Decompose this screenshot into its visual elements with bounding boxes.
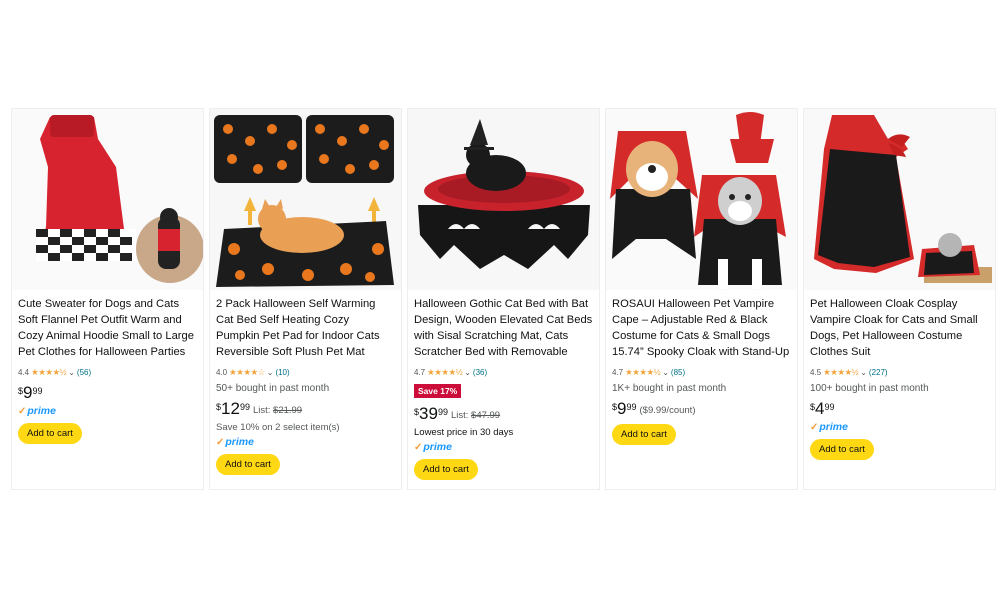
chevron-down-icon[interactable]: ⌄ <box>464 368 471 377</box>
review-count[interactable]: (56) <box>77 368 91 377</box>
product-card: Pet Halloween Cloak Cosplay Vampire Cloa… <box>803 108 996 490</box>
price-fraction: 99 <box>626 402 637 412</box>
add-to-cart-button[interactable]: Add to cart <box>810 439 874 460</box>
price-fraction: 99 <box>437 407 448 417</box>
prime-label: prime <box>819 421 848 433</box>
price-whole: 9 <box>617 399 627 418</box>
star-rating-icon[interactable]: ★★★★½ <box>31 367 67 378</box>
red-sweater-cat-image <box>12 109 203 290</box>
price-whole: 39 <box>419 404 438 423</box>
list-price: List: $47.99 <box>451 410 500 421</box>
price[interactable]: $ 9 99 <box>18 384 43 402</box>
product-card: Cute Sweater for Dogs and Cats Soft Flan… <box>11 108 204 490</box>
price-row: $ 12 99 List: $21.99 <box>216 400 395 418</box>
prime-check-icon: ✓ <box>414 441 423 453</box>
add-to-cart-button[interactable]: Add to cart <box>612 424 676 445</box>
price[interactable]: $ 4 99 <box>810 400 835 418</box>
product-grid: Cute Sweater for Dogs and Cats Soft Flan… <box>11 108 996 490</box>
product-title[interactable]: Cute Sweater for Dogs and Cats Soft Flan… <box>18 296 197 360</box>
rating-row: 4.0 ★★★★☆ ⌄ (10) <box>216 366 395 378</box>
add-to-cart-button[interactable]: Add to cart <box>216 454 280 475</box>
bat-cat-bed-image <box>408 109 599 290</box>
list-price: List: $21.99 <box>253 405 302 416</box>
prime-label: prime <box>27 405 56 417</box>
list-price-value: $47.99 <box>471 410 501 421</box>
price-whole: 12 <box>221 399 240 418</box>
unit-price: ($9.99/count) <box>639 405 696 416</box>
review-count[interactable]: (36) <box>473 368 487 377</box>
vampire-cape-pets-image <box>606 109 797 290</box>
product-title[interactable]: Halloween Gothic Cat Bed with Bat Design… <box>414 296 593 360</box>
product-title[interactable]: 2 Pack Halloween Self Warming Cat Bed Se… <box>216 296 395 360</box>
add-to-cart-button[interactable]: Add to cart <box>414 459 478 480</box>
product-title[interactable]: ROSAUI Halloween Pet Vampire Cape – Adju… <box>612 296 791 360</box>
price-whole: 9 <box>23 383 33 402</box>
review-count[interactable]: (10) <box>275 368 289 377</box>
price[interactable]: $ 39 99 <box>414 405 448 423</box>
price[interactable]: $ 12 99 <box>216 400 250 418</box>
product-card: ROSAUI Halloween Pet Vampire Cape – Adju… <box>605 108 798 490</box>
rating-value: 4.0 <box>216 367 228 377</box>
list-price-label: List: <box>252 405 271 416</box>
price-whole: 4 <box>815 399 825 418</box>
rating-row: 4.4 ★★★★½ ⌄ (56) <box>18 366 197 378</box>
add-to-cart-button[interactable]: Add to cart <box>18 423 82 444</box>
rating-row: 4.7 ★★★★½ ⌄ (36) <box>414 366 593 378</box>
product-title[interactable]: Pet Halloween Cloak Cosplay Vampire Cloa… <box>810 296 989 360</box>
price-row: $ 9 99 ($9.99/count) <box>612 400 791 418</box>
prime-badge: ✓ prime <box>216 436 395 448</box>
rating-row: 4.5 ★★★★½ ⌄ (227) <box>810 366 989 378</box>
rating-row: 4.7 ★★★★½ ⌄ (85) <box>612 366 791 378</box>
rating-value: 4.7 <box>414 367 426 377</box>
prime-label: prime <box>225 436 254 448</box>
save-note[interactable]: Save 10% on 2 select item(s) <box>216 422 395 433</box>
product-image[interactable] <box>606 109 797 290</box>
price-row: $ 4 99 <box>810 400 989 418</box>
bought-in-past-month: 1K+ bought in past month <box>612 383 727 394</box>
prime-check-icon: ✓ <box>18 405 27 417</box>
chevron-down-icon[interactable]: ⌄ <box>860 368 867 377</box>
lowest-price-note: Lowest price in 30 days <box>414 427 514 438</box>
chevron-down-icon[interactable]: ⌄ <box>662 368 669 377</box>
pumpkin-pet-mat-image <box>210 109 401 290</box>
list-price-label: List: <box>450 410 469 421</box>
chevron-down-icon[interactable]: ⌄ <box>68 368 75 377</box>
bought-in-past-month: 100+ bought in past month <box>810 383 929 394</box>
product-card: Halloween Gothic Cat Bed with Bat Design… <box>407 108 600 490</box>
rating-value: 4.5 <box>810 367 822 377</box>
deal-badge: Save 17% <box>414 384 462 398</box>
chevron-down-icon[interactable]: ⌄ <box>267 368 274 377</box>
bought-in-past-month: 50+ bought in past month <box>216 383 330 394</box>
price[interactable]: $ 9 99 <box>612 400 637 418</box>
price-row: $ 39 99 List: $47.99 <box>414 405 593 423</box>
vampire-cloak-image <box>804 109 995 290</box>
review-count[interactable]: (85) <box>671 368 685 377</box>
prime-label: prime <box>423 441 452 453</box>
prime-check-icon: ✓ <box>216 436 225 448</box>
list-price-value: $21.99 <box>273 405 303 416</box>
star-rating-icon[interactable]: ★★★★½ <box>625 367 661 378</box>
review-count[interactable]: (227) <box>869 368 888 377</box>
prime-check-icon: ✓ <box>810 421 819 433</box>
rating-value: 4.7 <box>612 367 624 377</box>
product-card: 2 Pack Halloween Self Warming Cat Bed Se… <box>209 108 402 490</box>
prime-badge: ✓ prime <box>810 421 989 433</box>
product-image[interactable] <box>210 109 401 290</box>
star-rating-icon[interactable]: ★★★★½ <box>823 367 859 378</box>
product-image[interactable] <box>408 109 599 290</box>
product-image[interactable] <box>804 109 995 290</box>
star-rating-icon[interactable]: ★★★★☆ <box>229 367 265 378</box>
price-fraction: 99 <box>824 402 835 412</box>
price-row: $ 9 99 <box>18 384 197 402</box>
prime-badge: ✓ prime <box>18 405 197 417</box>
prime-badge: ✓ prime <box>414 441 593 453</box>
price-fraction: 99 <box>32 386 43 396</box>
product-image[interactable] <box>12 109 203 290</box>
star-rating-icon[interactable]: ★★★★½ <box>427 367 463 378</box>
price-fraction: 99 <box>239 402 250 412</box>
rating-value: 4.4 <box>18 367 30 377</box>
